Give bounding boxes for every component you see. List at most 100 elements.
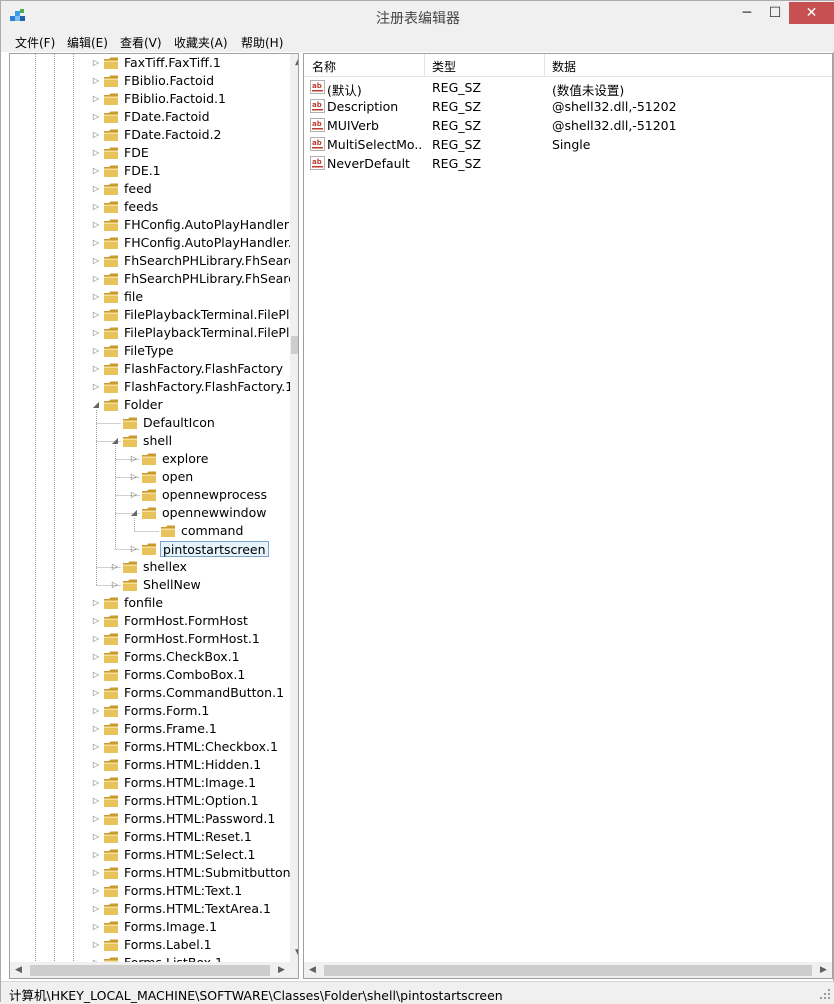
expand-icon[interactable]: ▷ bbox=[92, 779, 100, 787]
expand-icon[interactable]: ▷ bbox=[92, 617, 100, 625]
scroll-right-icon[interactable]: ▶ bbox=[273, 962, 290, 978]
resize-grip-icon[interactable] bbox=[819, 986, 831, 1000]
key-tree-pane[interactable]: ▷ FaxTiff.FaxTiff.1 ▷ FBiblio.Factoid ▷ FBibl… bbox=[9, 53, 299, 979]
tree-item-forms-html-image-1[interactable]: ▷ Forms.HTML:Image.1 bbox=[10, 774, 290, 792]
tree-item-formhost-formhost[interactable]: ▷ FormHost.FormHost bbox=[10, 612, 290, 630]
tree-item-forms-frame-1[interactable]: ▷ Forms.Frame.1 bbox=[10, 720, 290, 738]
expand-icon[interactable]: ▷ bbox=[130, 455, 138, 463]
tree-item-fonfile[interactable]: ▷ fonfile bbox=[10, 594, 290, 612]
scroll-up-icon[interactable]: ▲ bbox=[290, 54, 298, 71]
expand-icon[interactable]: ▷ bbox=[92, 689, 100, 697]
title-bar[interactable]: 注册表编辑器 ─ ☐ ✕ bbox=[1, 1, 834, 32]
expand-icon[interactable]: ▷ bbox=[92, 239, 100, 247]
tree-item-fileplaybackterminal-filepla[interactable]: ▷ FilePlaybackTerminal.FilePla bbox=[10, 306, 297, 324]
tree-item-fde[interactable]: ▷ FDE bbox=[10, 144, 290, 162]
scroll-thumb[interactable] bbox=[291, 336, 298, 354]
expand-icon[interactable]: ▷ bbox=[92, 869, 100, 877]
tree-item-fde-1[interactable]: ▷ FDE.1 bbox=[10, 162, 290, 180]
tree-item-shell[interactable]: ◢ shell bbox=[10, 432, 290, 450]
scroll-down-icon[interactable]: ▼ bbox=[290, 945, 298, 962]
expand-icon[interactable]: ▷ bbox=[92, 113, 100, 121]
collapse-icon[interactable]: ◢ bbox=[130, 509, 138, 517]
tree-item-fdate-factoid[interactable]: ▷ FDate.Factoid bbox=[10, 108, 290, 126]
tree-item-fhsearchphlibrary-fhsearc[interactable]: ▷ FhSearchPHLibrary.FhSearc bbox=[10, 252, 295, 270]
expand-icon[interactable]: ▷ bbox=[92, 203, 100, 211]
tree-item-filetype[interactable]: ▷ FileType bbox=[10, 342, 290, 360]
values-list-pane[interactable]: 名称 类型 数据 ab (默认) REG_SZ (数值未设置) ab Descriptio… bbox=[303, 53, 833, 979]
maximize-button[interactable]: ☐ bbox=[761, 2, 789, 24]
expand-icon[interactable]: ▷ bbox=[111, 581, 119, 589]
expand-icon[interactable]: ▷ bbox=[92, 185, 100, 193]
expand-icon[interactable]: ▷ bbox=[92, 167, 100, 175]
scroll-thumb[interactable] bbox=[30, 965, 270, 976]
tree-item-feed[interactable]: ▷ feed bbox=[10, 180, 290, 198]
expand-icon[interactable]: ▷ bbox=[92, 815, 100, 823]
tree-item-fdate-factoid-2[interactable]: ▷ FDate.Factoid.2 bbox=[10, 126, 290, 144]
value-row[interactable]: ab Description REG_SZ @shell32.dll,-51202 bbox=[304, 97, 832, 116]
expand-icon[interactable]: ▷ bbox=[92, 599, 100, 607]
expand-icon[interactable]: ▷ bbox=[92, 59, 100, 67]
tree-item-fbiblio-factoid-1[interactable]: ▷ FBiblio.Factoid.1 bbox=[10, 90, 290, 108]
expand-icon[interactable]: ▷ bbox=[92, 383, 100, 391]
expand-icon[interactable]: ▷ bbox=[130, 473, 138, 481]
scroll-right-icon[interactable]: ▶ bbox=[815, 962, 832, 978]
expand-icon[interactable]: ▷ bbox=[92, 833, 100, 841]
expand-icon[interactable]: ▷ bbox=[92, 707, 100, 715]
tree-item-formhost-formhost-1[interactable]: ▷ FormHost.FormHost.1 bbox=[10, 630, 290, 648]
close-button[interactable]: ✕ bbox=[789, 2, 834, 24]
tree-item-pintostartscreen[interactable]: ▷ pintostartscreen bbox=[10, 540, 290, 558]
expand-icon[interactable]: ▷ bbox=[92, 635, 100, 643]
expand-icon[interactable]: ▷ bbox=[111, 563, 119, 571]
tree-item-forms-html-password-1[interactable]: ▷ Forms.HTML:Password.1 bbox=[10, 810, 290, 828]
expand-icon[interactable]: ▷ bbox=[92, 923, 100, 931]
menu-view[interactable]: 查看(V) bbox=[120, 34, 162, 51]
tree-item-forms-form-1[interactable]: ▷ Forms.Form.1 bbox=[10, 702, 290, 720]
tree-item-shellex[interactable]: ▷ shellex bbox=[10, 558, 290, 576]
expand-icon[interactable]: ▷ bbox=[92, 941, 100, 949]
tree-vertical-scrollbar[interactable]: ▲ ▼ bbox=[290, 54, 298, 962]
tree-item-opennewwindow[interactable]: ◢ opennewwindow bbox=[10, 504, 290, 522]
tree-item-forms-html-reset-1[interactable]: ▷ Forms.HTML:Reset.1 bbox=[10, 828, 290, 846]
value-row[interactable]: ab NeverDefault REG_SZ bbox=[304, 154, 832, 173]
column-header-data[interactable]: 数据 bbox=[552, 58, 576, 75]
value-row[interactable]: ab (默认) REG_SZ (数值未设置) bbox=[304, 78, 832, 98]
expand-icon[interactable]: ▷ bbox=[92, 293, 100, 301]
expand-icon[interactable]: ▷ bbox=[130, 491, 138, 499]
expand-icon[interactable]: ▷ bbox=[92, 851, 100, 859]
tree-item-forms-html-hidden-1[interactable]: ▷ Forms.HTML:Hidden.1 bbox=[10, 756, 290, 774]
tree-item-forms-html-submitbutton[interactable]: ▷ Forms.HTML:Submitbutton. bbox=[10, 864, 295, 882]
tree-item-forms-checkbox-1[interactable]: ▷ Forms.CheckBox.1 bbox=[10, 648, 290, 666]
expand-icon[interactable]: ▷ bbox=[92, 77, 100, 85]
tree-item-explore[interactable]: ▷ explore bbox=[10, 450, 290, 468]
tree-item-forms-image-1[interactable]: ▷ Forms.Image.1 bbox=[10, 918, 290, 936]
tree-item-forms-combobox-1[interactable]: ▷ Forms.ComboBox.1 bbox=[10, 666, 290, 684]
tree-item-fhconfig-autoplayhandler[interactable]: ▷ FHConfig.AutoPlayHandler. bbox=[10, 234, 292, 252]
tree-item-fileplaybackterminal-filepla[interactable]: ▷ FilePlaybackTerminal.FilePla bbox=[10, 324, 297, 342]
expand-icon[interactable]: ▷ bbox=[92, 95, 100, 103]
expand-icon[interactable]: ▷ bbox=[92, 365, 100, 373]
tree-item-forms-html-option-1[interactable]: ▷ Forms.HTML:Option.1 bbox=[10, 792, 290, 810]
tree-item-feeds[interactable]: ▷ feeds bbox=[10, 198, 290, 216]
values-horizontal-scrollbar[interactable]: ◀ ▶ bbox=[304, 962, 832, 978]
expand-icon[interactable]: ▷ bbox=[92, 257, 100, 265]
expand-icon[interactable]: ▷ bbox=[92, 275, 100, 283]
tree-item-fbiblio-factoid[interactable]: ▷ FBiblio.Factoid bbox=[10, 72, 290, 90]
expand-icon[interactable]: ▷ bbox=[92, 653, 100, 661]
column-divider[interactable] bbox=[424, 54, 425, 77]
expand-icon[interactable]: ▷ bbox=[130, 545, 138, 553]
menu-file[interactable]: 文件(F) bbox=[15, 34, 55, 51]
scroll-thumb[interactable] bbox=[324, 965, 812, 976]
expand-icon[interactable]: ▷ bbox=[92, 329, 100, 337]
column-divider[interactable] bbox=[544, 54, 545, 77]
tree-item-forms-commandbutton-1[interactable]: ▷ Forms.CommandButton.1 bbox=[10, 684, 290, 702]
tree-item-faxtiff-faxtiff-1[interactable]: ▷ FaxTiff.FaxTiff.1 bbox=[10, 54, 290, 72]
tree-item-command[interactable]: command bbox=[10, 522, 290, 540]
menu-edit[interactable]: 编辑(E) bbox=[67, 34, 108, 51]
tree-item-forms-html-textarea-1[interactable]: ▷ Forms.HTML:TextArea.1 bbox=[10, 900, 290, 918]
minimize-button[interactable]: ─ bbox=[733, 2, 761, 24]
expand-icon[interactable]: ▷ bbox=[92, 797, 100, 805]
tree-item-shellnew[interactable]: ▷ ShellNew bbox=[10, 576, 290, 594]
tree-item-forms-html-text-1[interactable]: ▷ Forms.HTML:Text.1 bbox=[10, 882, 290, 900]
tree-item-flashfactory-flashfactory[interactable]: ▷ FlashFactory.FlashFactory bbox=[10, 360, 290, 378]
tree-item-forms-html-select-1[interactable]: ▷ Forms.HTML:Select.1 bbox=[10, 846, 290, 864]
